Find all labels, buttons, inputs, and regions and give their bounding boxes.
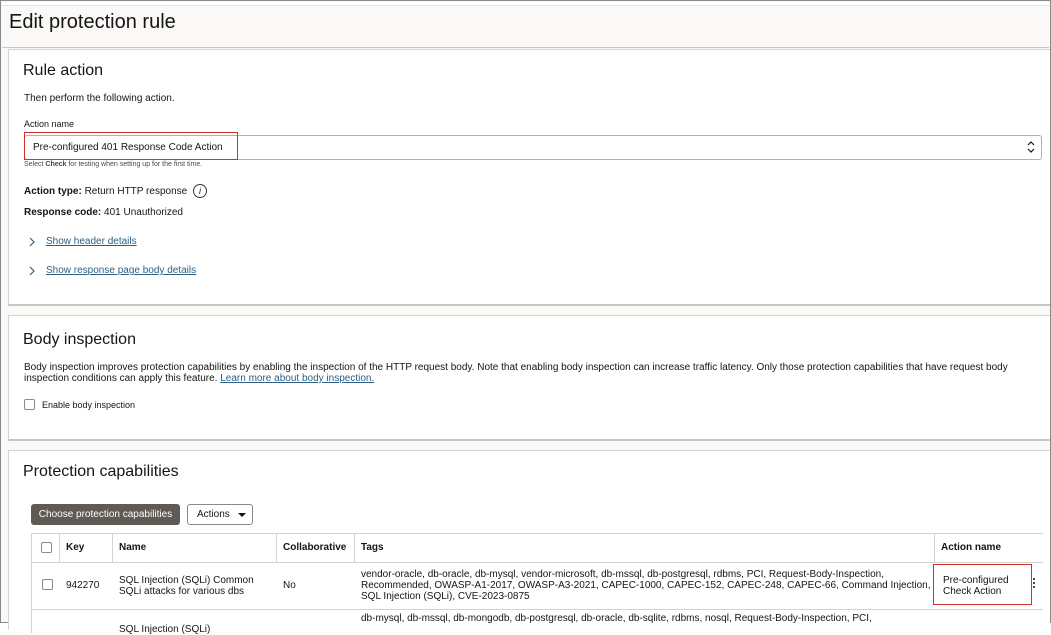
column-header-key[interactable]: Key xyxy=(60,534,113,562)
select-all-checkbox[interactable] xyxy=(41,542,52,553)
row-select-checkbox[interactable] xyxy=(42,579,53,590)
show-response-body-link[interactable]: Show response page body details xyxy=(46,265,196,276)
enable-body-inspection-label: Enable body inspection xyxy=(42,400,136,410)
column-header-name[interactable]: Name xyxy=(113,534,277,562)
action-type: Action type: Return HTTP response xyxy=(24,186,188,197)
rule-action-intro: Then perform the following action. xyxy=(24,93,175,104)
row-actions-menu-icon[interactable] xyxy=(1033,578,1036,590)
column-header-tags[interactable]: Tags xyxy=(355,534,935,562)
enable-body-inspection-checkbox[interactable] xyxy=(24,399,35,410)
row-tags: db-mysql, db-mssql, db-mongodb, db-postg… xyxy=(361,613,872,624)
show-header-details-link[interactable]: Show header details xyxy=(46,236,137,247)
row-name: SQL Injection (SQLi) Common SQLi attacks… xyxy=(119,575,254,597)
row-key: 942270 xyxy=(66,580,100,591)
response-code: Response code: 401 Unauthorized xyxy=(24,207,183,218)
rule-action-heading: Rule action xyxy=(23,62,104,79)
highlight-action-name xyxy=(24,132,238,160)
actions-label: Actions xyxy=(197,509,230,520)
action-name-label: Action name xyxy=(24,119,75,129)
learn-more-link[interactable]: Learn more about body inspection. xyxy=(220,373,374,384)
column-header-collaborative[interactable]: Collaborative xyxy=(277,534,355,562)
title-divider xyxy=(2,47,1049,48)
row-divider xyxy=(32,562,1043,563)
protection-capabilities-heading: Protection capabilities xyxy=(23,463,179,480)
row-collaborative: No xyxy=(283,580,296,591)
window-frame: Edit protection rule Rule action Then pe… xyxy=(0,0,1051,635)
body-inspection-section: Body inspection Body inspection improves… xyxy=(8,315,1050,441)
actions-button[interactable]: Actions xyxy=(187,504,253,525)
chevron-right-icon[interactable] xyxy=(27,236,37,248)
top-strip xyxy=(2,2,1049,6)
capabilities-table: Key Name Collaborative Tags Action name … xyxy=(31,533,1044,635)
info-icon[interactable]: i xyxy=(193,184,207,198)
row-divider xyxy=(32,609,1043,610)
body-inspection-heading: Body inspection xyxy=(23,331,136,348)
section-divider xyxy=(9,304,1050,306)
caret-down-icon xyxy=(237,512,246,517)
row-name: SQL Injection (SQLi) xyxy=(119,624,211,635)
body-inspection-description-2: inspection conditions can apply this fea… xyxy=(24,373,375,384)
protection-capabilities-section: Protection capabilities Choose protectio… xyxy=(8,450,1050,635)
row-tags: vendor-oracle, db-oracle, db-mysql, vend… xyxy=(361,569,931,602)
chevron-right-icon[interactable] xyxy=(27,265,37,277)
action-name-hint: Select Check for testing when setting up… xyxy=(24,161,203,168)
select-updown-icon xyxy=(1027,141,1035,153)
body-inspection-description-1: Body inspection improves protection capa… xyxy=(24,362,1008,373)
page-title: Edit protection rule xyxy=(9,11,176,33)
section-divider xyxy=(9,439,1050,441)
highlight-row-action xyxy=(933,564,1032,605)
column-header-action-name[interactable]: Action name xyxy=(935,534,1044,562)
choose-protection-capabilities-button[interactable]: Choose protection capabilities xyxy=(31,504,180,525)
rule-action-section: Rule action Then perform the following a… xyxy=(8,49,1050,306)
